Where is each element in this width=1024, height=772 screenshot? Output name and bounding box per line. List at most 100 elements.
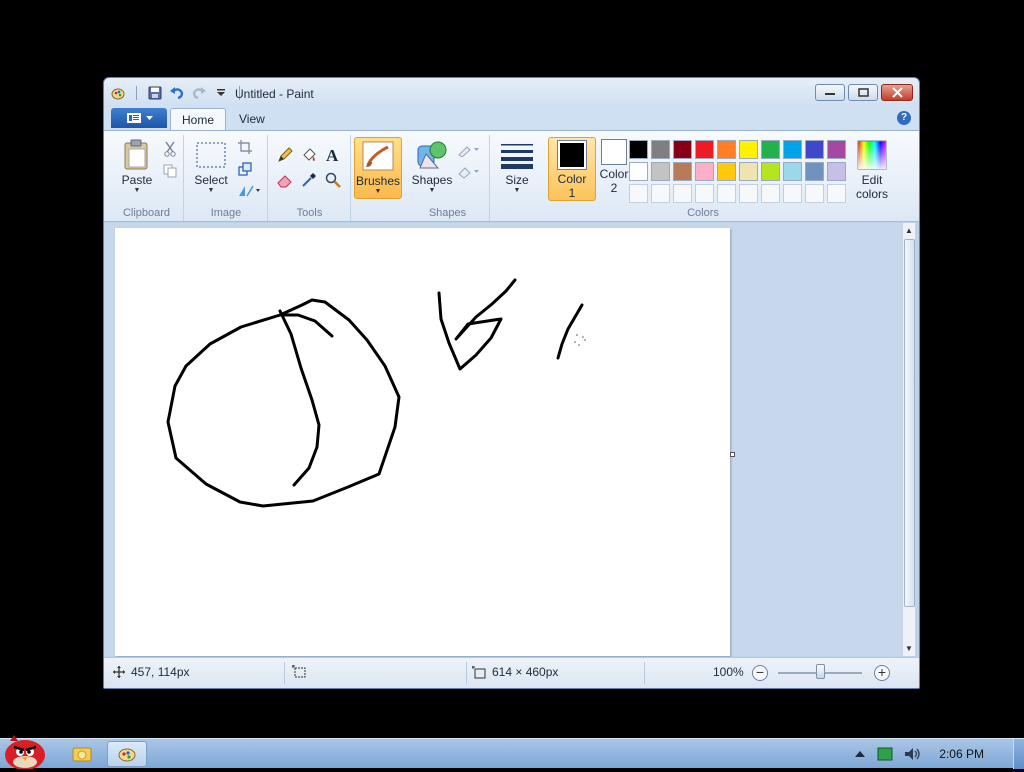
palette-color[interactable] bbox=[761, 140, 780, 159]
select-dropdown-icon[interactable]: ▼ bbox=[187, 187, 235, 195]
cursor-position: 457, 114px bbox=[113, 665, 190, 679]
action-center-icon[interactable] bbox=[877, 747, 893, 761]
pencil-icon[interactable] bbox=[275, 145, 295, 165]
fill-bucket-icon[interactable] bbox=[299, 145, 319, 165]
resize-icon[interactable] bbox=[235, 159, 255, 179]
palette-color[interactable] bbox=[717, 162, 736, 181]
palette-color[interactable] bbox=[827, 140, 846, 159]
paint-app-icon[interactable] bbox=[110, 85, 126, 101]
tools-group-label: Tools bbox=[296, 207, 323, 219]
palette-color[interactable] bbox=[761, 184, 780, 203]
maximize-icon bbox=[857, 88, 869, 97]
tab-view[interactable]: View bbox=[228, 108, 276, 130]
palette-color[interactable] bbox=[695, 140, 714, 159]
taskbar-clock[interactable]: 2:06 PM bbox=[939, 747, 984, 761]
copy-icon[interactable] bbox=[160, 161, 180, 181]
palette-color[interactable] bbox=[783, 162, 802, 181]
palette-color[interactable] bbox=[739, 184, 758, 203]
palette-color[interactable] bbox=[673, 184, 692, 203]
shapes-button[interactable]: Shapes ▼ bbox=[408, 137, 456, 199]
color-picker-icon[interactable] bbox=[299, 170, 319, 190]
volume-icon[interactable] bbox=[903, 746, 921, 762]
palette-color[interactable] bbox=[783, 184, 802, 203]
palette-color[interactable] bbox=[651, 140, 670, 159]
stroke-check bbox=[437, 278, 517, 371]
taskbar-explorer[interactable] bbox=[62, 741, 102, 767]
vertical-scrollbar[interactable]: ▲ ▼ bbox=[902, 223, 915, 656]
paste-button[interactable]: Paste ▼ bbox=[113, 137, 161, 199]
maximize-button[interactable] bbox=[848, 84, 878, 101]
minimize-button[interactable] bbox=[815, 84, 845, 101]
quick-access-toolbar bbox=[110, 85, 244, 101]
status-divider-2 bbox=[466, 662, 467, 684]
show-hidden-icons-icon[interactable] bbox=[855, 750, 866, 758]
rotate-icon[interactable] bbox=[235, 181, 263, 201]
scroll-up-icon[interactable]: ▲ bbox=[905, 226, 913, 235]
palette-color[interactable] bbox=[805, 140, 824, 159]
zoom-in-button[interactable]: + bbox=[874, 665, 890, 681]
status-bar: 457, 114px 614 × 460px 100% − + bbox=[104, 657, 919, 688]
color1-label: Color bbox=[557, 172, 587, 186]
palette-color[interactable] bbox=[629, 162, 648, 181]
palette-color[interactable] bbox=[805, 162, 824, 181]
edit-colors-button[interactable]: Edit colors bbox=[848, 137, 896, 201]
show-desktop-button[interactable] bbox=[1013, 739, 1024, 769]
drawing-canvas[interactable] bbox=[115, 228, 730, 656]
palette-color[interactable] bbox=[717, 140, 736, 159]
brushes-dropdown-icon[interactable]: ▼ bbox=[355, 188, 401, 196]
tab-home[interactable]: Home bbox=[170, 108, 227, 130]
palette-color[interactable] bbox=[695, 162, 714, 181]
palette-color[interactable] bbox=[673, 140, 692, 159]
zoom-out-button[interactable]: − bbox=[752, 665, 768, 681]
palette-color[interactable] bbox=[695, 184, 714, 203]
help-button[interactable]: ? bbox=[897, 111, 911, 125]
palette-color[interactable] bbox=[673, 162, 692, 181]
palette-color[interactable] bbox=[761, 162, 780, 181]
palette-color[interactable] bbox=[629, 140, 648, 159]
palette-color[interactable] bbox=[783, 140, 802, 159]
paint-taskbar-icon bbox=[118, 748, 136, 762]
cut-icon[interactable] bbox=[160, 139, 180, 159]
palette-color[interactable] bbox=[739, 162, 758, 181]
save-icon[interactable] bbox=[147, 85, 163, 101]
undo-icon[interactable] bbox=[169, 85, 185, 101]
eraser-icon[interactable] bbox=[275, 170, 295, 190]
paste-dropdown-icon[interactable]: ▼ bbox=[113, 187, 161, 195]
select-button[interactable]: Select ▼ bbox=[187, 137, 235, 199]
palette-color[interactable] bbox=[717, 184, 736, 203]
palette-color[interactable] bbox=[651, 162, 670, 181]
color1-button[interactable]: Color 1 bbox=[548, 137, 596, 201]
brush-icon bbox=[361, 140, 395, 172]
size-button[interactable]: Size ▼ bbox=[493, 137, 541, 199]
close-button[interactable] bbox=[881, 84, 913, 101]
taskbar-paint[interactable] bbox=[107, 741, 147, 767]
palette-color[interactable] bbox=[827, 184, 846, 203]
canvas-size: 614 × 460px bbox=[472, 665, 558, 679]
shapes-dropdown-icon[interactable]: ▼ bbox=[408, 187, 456, 195]
canvas-resize-handle[interactable] bbox=[730, 452, 735, 457]
fill-icon[interactable] bbox=[456, 162, 482, 182]
customize-dropdown-icon[interactable] bbox=[213, 85, 229, 101]
scrollbar-thumb[interactable] bbox=[904, 239, 915, 607]
start-button[interactable] bbox=[0, 731, 50, 770]
paint-menu-button[interactable] bbox=[111, 108, 167, 128]
brushes-group: Brushes ▼ bbox=[352, 135, 404, 221]
palette-color[interactable] bbox=[629, 184, 648, 203]
size-dropdown-icon[interactable]: ▼ bbox=[493, 187, 541, 195]
palette-color[interactable] bbox=[739, 140, 758, 159]
angry-bird-icon bbox=[5, 735, 45, 770]
brushes-button[interactable]: Brushes ▼ bbox=[354, 137, 402, 199]
size-group: Size ▼ bbox=[491, 135, 543, 221]
text-icon[interactable]: A bbox=[323, 145, 343, 165]
palette-color[interactable] bbox=[805, 184, 824, 203]
redo-icon[interactable] bbox=[191, 85, 207, 101]
palette-color[interactable] bbox=[651, 184, 670, 203]
crop-icon[interactable] bbox=[235, 137, 255, 157]
scroll-down-icon[interactable]: ▼ bbox=[905, 644, 913, 653]
tools-group: A Tools bbox=[269, 135, 351, 221]
shapes-label: Shapes bbox=[411, 173, 453, 187]
outline-icon[interactable] bbox=[456, 140, 482, 160]
zoom-slider-knob[interactable] bbox=[816, 664, 825, 679]
magnifier-icon[interactable] bbox=[323, 170, 343, 190]
palette-color[interactable] bbox=[827, 162, 846, 181]
